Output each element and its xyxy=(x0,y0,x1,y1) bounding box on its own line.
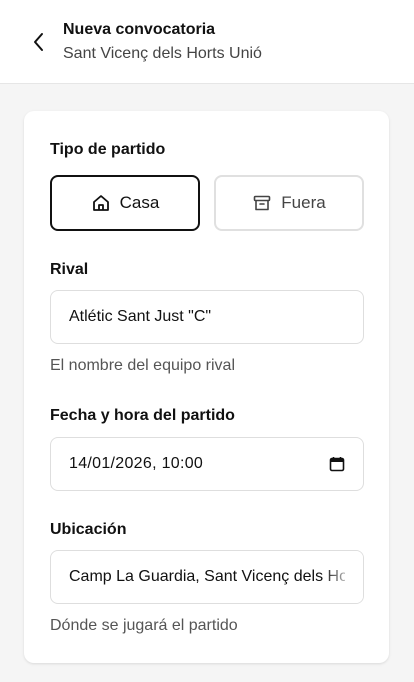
rival-help-text: El nombre del equipo rival xyxy=(50,357,235,374)
datetime-field[interactable]: 14/01/2026, 10:00 xyxy=(50,437,364,491)
rival-label: Rival xyxy=(50,261,89,278)
match-form-card: Tipo de partido Casa Fuera Rival El nomb… xyxy=(24,111,389,663)
match-type-away-button[interactable]: Fuera xyxy=(214,175,364,231)
location-field[interactable] xyxy=(50,550,364,604)
chevron-left-icon xyxy=(34,33,43,51)
match-type-label: Tipo de partido xyxy=(50,141,166,158)
datetime-value: 14/01/2026, 10:00 xyxy=(69,455,204,472)
match-type-away-label: Fuera xyxy=(281,193,326,212)
archive-icon xyxy=(253,195,271,211)
rival-field[interactable] xyxy=(50,290,364,344)
match-type-home-label: Casa xyxy=(119,193,160,212)
page-title: Nueva convocatoria xyxy=(63,21,216,38)
location-input[interactable] xyxy=(69,568,345,586)
home-icon xyxy=(92,195,109,211)
page-subtitle: Sant Vicenç dels Horts Unió xyxy=(63,45,262,62)
match-type-home-button[interactable]: Casa xyxy=(50,175,200,231)
location-label: Ubicación xyxy=(50,521,127,538)
location-help-text: Dónde se jugará el partido xyxy=(50,617,238,634)
back-button[interactable] xyxy=(24,28,52,56)
datetime-label: Fecha y hora del partido xyxy=(50,407,235,424)
header-text: Nueva convocatoria Sant Vicenç dels Hort… xyxy=(63,20,262,65)
calendar-icon xyxy=(329,457,345,472)
rival-input[interactable] xyxy=(69,308,345,326)
calendar-picker-button[interactable] xyxy=(329,456,345,472)
app-header: Nueva convocatoria Sant Vicenç dels Hort… xyxy=(0,0,414,84)
